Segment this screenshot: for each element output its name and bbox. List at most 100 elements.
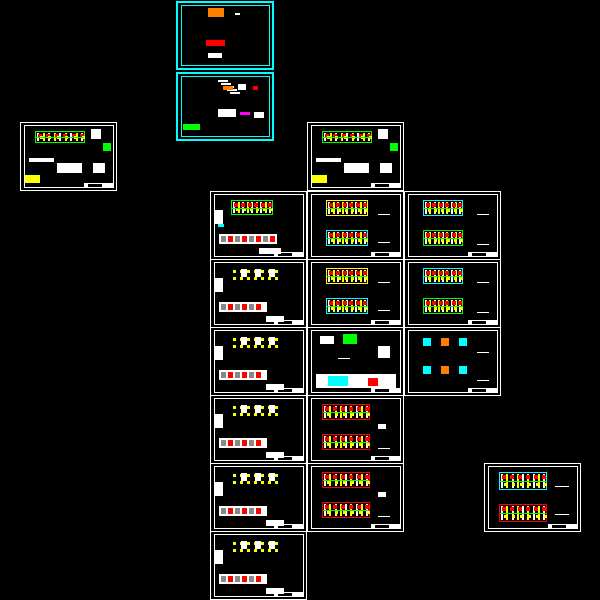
stair-detail <box>343 334 357 344</box>
drawing-sheet[interactable] <box>20 122 117 191</box>
column-mark <box>331 239 334 242</box>
drawing-sheet[interactable] <box>210 259 307 328</box>
column-detail <box>255 337 261 345</box>
title-block <box>468 320 498 325</box>
drawing-sheet[interactable] <box>210 327 307 396</box>
column-mark <box>438 233 443 237</box>
detail <box>344 163 369 173</box>
column-mark <box>445 203 450 207</box>
label-line <box>338 358 350 359</box>
column-mark <box>504 483 507 486</box>
title-block <box>371 183 401 188</box>
drawing-sheet[interactable] <box>210 395 307 464</box>
column-mark <box>447 209 451 212</box>
label-line <box>555 486 569 487</box>
label-line <box>378 282 390 283</box>
column-mark <box>342 271 347 275</box>
column-mark <box>268 549 271 552</box>
drawing-sheet[interactable] <box>404 327 501 396</box>
column-mark <box>342 301 347 305</box>
column-mark <box>365 307 368 310</box>
column-mark <box>458 301 462 305</box>
label-line <box>477 214 489 215</box>
column-mark <box>254 549 257 552</box>
column-mark <box>333 437 337 441</box>
column-mark <box>344 277 348 280</box>
label-line <box>477 282 489 283</box>
title-block <box>548 524 578 529</box>
column-mark <box>240 413 243 416</box>
drawing-sheet[interactable] <box>404 191 501 260</box>
green-block <box>183 124 200 130</box>
column-mark <box>233 345 236 348</box>
column-mark <box>247 413 250 416</box>
column-mark <box>356 233 361 237</box>
section-detail <box>328 376 348 386</box>
column-mark <box>261 203 266 207</box>
column-mark <box>432 301 437 305</box>
schedule-cell <box>242 508 247 514</box>
column-mark <box>275 277 278 280</box>
column-mark <box>275 270 278 273</box>
drawing-sheet[interactable] <box>484 463 581 532</box>
column-mark <box>453 307 457 310</box>
drawing-sheet[interactable] <box>307 191 404 260</box>
drawing-sheet[interactable] <box>307 327 404 396</box>
column-mark <box>254 203 259 207</box>
schedule-cell <box>221 576 226 582</box>
drawing-sheet[interactable] <box>210 531 307 600</box>
drawing-sheet[interactable] <box>210 463 307 532</box>
column-mark <box>327 443 330 446</box>
column-mark <box>367 481 370 484</box>
column-mark <box>445 233 450 237</box>
schedule-cell <box>221 304 226 310</box>
column-detail <box>241 405 247 413</box>
label-line <box>477 244 489 245</box>
title-block <box>468 388 498 393</box>
column-mark <box>432 271 437 275</box>
label-line <box>378 214 390 215</box>
schedule-cell <box>263 236 268 242</box>
drawing-sheet[interactable] <box>176 72 274 141</box>
column-mark <box>268 345 271 348</box>
column-mark <box>365 239 368 242</box>
drawing-sheet[interactable] <box>210 191 307 260</box>
notes-box <box>266 520 284 526</box>
schedule-cell <box>228 576 233 582</box>
schedule-cell <box>256 304 261 310</box>
column-mark <box>528 515 531 518</box>
drawing-sheet[interactable] <box>307 395 404 464</box>
section-detail <box>368 378 378 386</box>
column-mark <box>261 345 264 348</box>
column-mark <box>268 481 271 484</box>
column-mark <box>440 277 444 280</box>
drawing-sheet[interactable] <box>176 1 274 70</box>
column-mark <box>335 271 340 275</box>
column-mark <box>254 277 257 280</box>
column-mark <box>367 443 370 446</box>
drawing-sheet[interactable] <box>404 259 501 328</box>
column-detail <box>255 405 261 413</box>
schedule-cell <box>256 440 261 446</box>
label-line <box>555 514 569 515</box>
column-detail <box>269 269 275 277</box>
column-mark <box>261 338 264 341</box>
column-mark <box>426 301 430 305</box>
column-mark <box>349 233 354 237</box>
column-mark <box>351 277 355 280</box>
column-mark <box>460 277 463 280</box>
drawing-sheet[interactable] <box>307 259 404 328</box>
column-mark <box>247 345 250 348</box>
column-detail <box>269 405 275 413</box>
drawing-sheet[interactable] <box>307 122 404 191</box>
column-mark <box>363 233 367 237</box>
schedule-cell <box>270 236 275 242</box>
drawing-sheet[interactable] <box>307 463 404 532</box>
detail <box>390 143 398 151</box>
column-mark <box>365 209 368 212</box>
stair-detail <box>320 336 334 344</box>
column-mark <box>233 338 236 341</box>
column-mark <box>344 239 348 242</box>
schedule-cell <box>235 576 240 582</box>
column-mark <box>325 475 329 479</box>
